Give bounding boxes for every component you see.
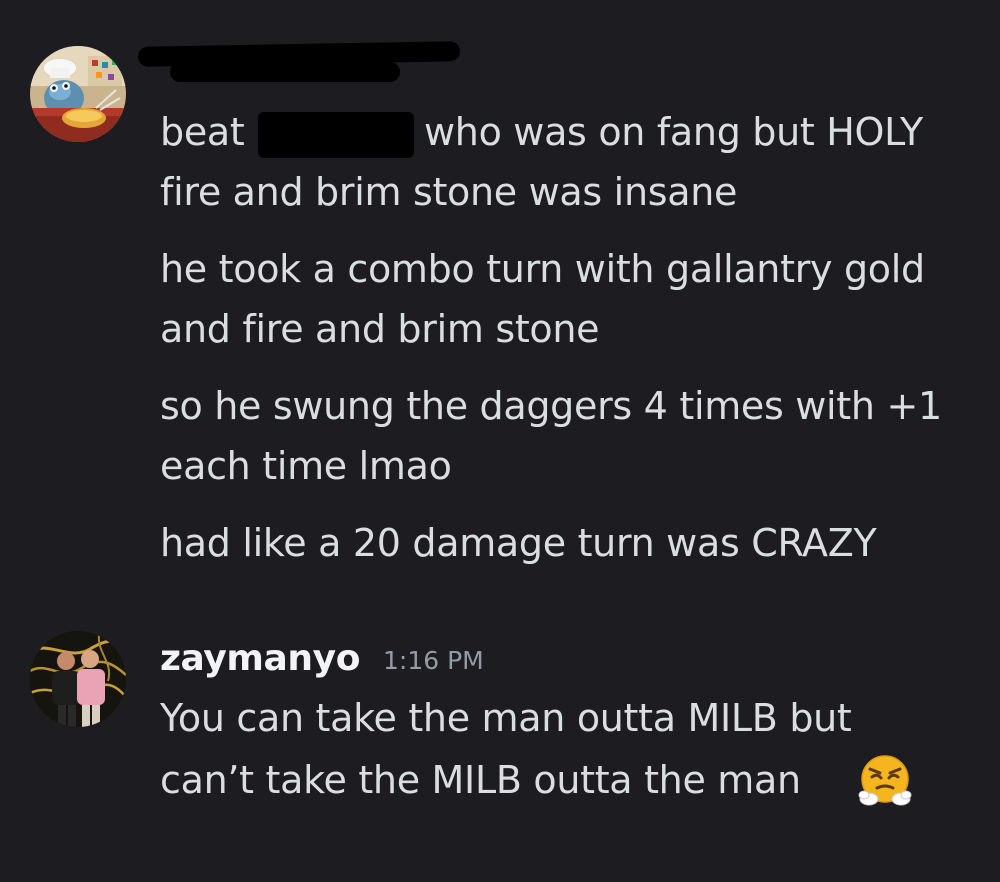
steam-face-icon: [858, 755, 912, 806]
message-timestamp[interactable]: 1:16 PM: [383, 645, 484, 677]
two-people-photo-avatar: [30, 631, 126, 727]
message-line: You can take the man outta MILB but: [160, 696, 852, 740]
chat-message-list: beat who was on fang but HOLY fire and b…: [0, 0, 1000, 882]
username[interactable]: zaymanyo: [160, 635, 360, 683]
message-group-2: zaymanyo 1:16 PM You can take the man ou…: [0, 0, 1000, 882]
message-line: can’t take the MILB outta the man: [160, 758, 801, 802]
user-avatar[interactable]: [30, 631, 126, 727]
face-with-steam-from-nose-emoji[interactable]: [856, 752, 914, 810]
